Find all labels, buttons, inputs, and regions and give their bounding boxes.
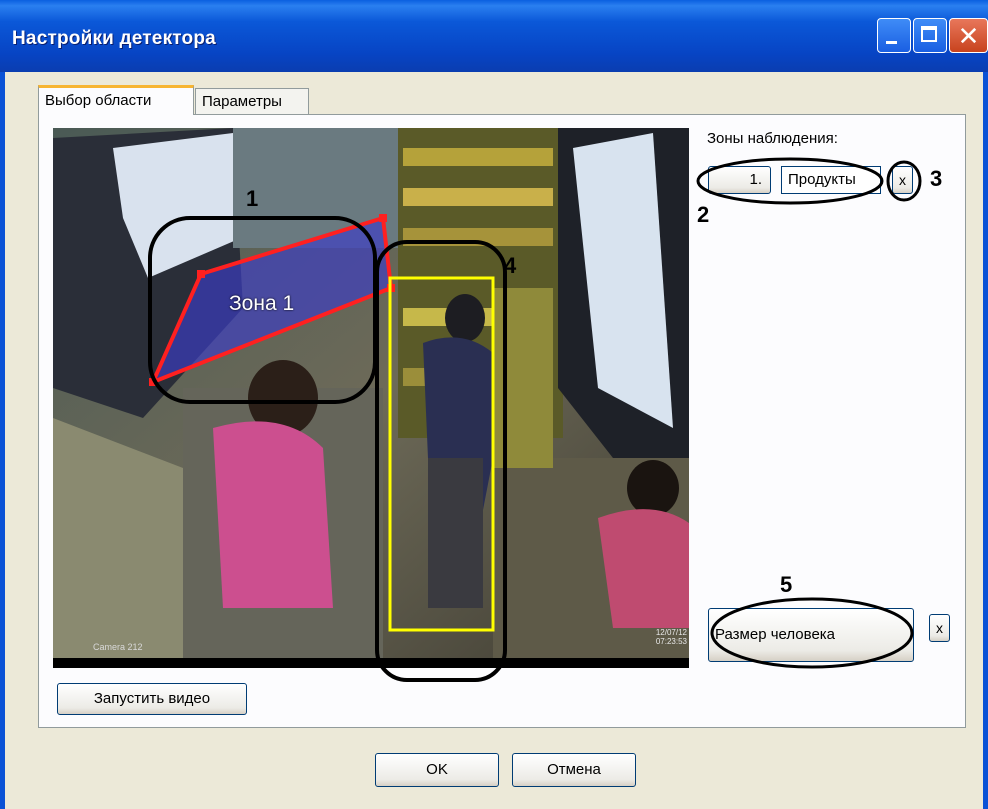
detector-settings-window: Настройки детектора ✕ Выбор области Пара…	[0, 0, 988, 809]
person-size-button[interactable]: Размер человека	[708, 608, 914, 662]
start-video-button[interactable]: Запустить видео	[57, 683, 247, 715]
window-border-left	[0, 72, 5, 809]
camera-label: Camera 212	[93, 642, 143, 652]
zone-number-button[interactable]: 1.	[708, 166, 771, 194]
cancel-button[interactable]: Отмена	[512, 753, 636, 787]
maximize-button[interactable]	[913, 18, 947, 53]
tab-parameters[interactable]: Параметры	[195, 88, 309, 115]
ok-button[interactable]: OK	[375, 753, 499, 787]
callout-5: 5	[780, 572, 793, 597]
callout-2: 2	[697, 202, 710, 227]
callout-3: 3	[930, 166, 943, 191]
video-frame-image	[53, 128, 689, 668]
title-bar[interactable]: Настройки детектора ✕	[0, 0, 988, 72]
zone-label: Зона 1	[229, 292, 295, 315]
close-button[interactable]: ✕	[949, 18, 988, 53]
minimize-icon	[886, 41, 897, 44]
person-size-delete-button[interactable]: x	[929, 614, 950, 642]
tab-area-selection[interactable]: Выбор области	[38, 85, 194, 115]
callout-4: 4	[504, 253, 517, 278]
video-preview[interactable]: Зона 1 12/07/12 07:23:53 Camera 212	[53, 128, 689, 668]
video-timestamp: 12/07/12 07:23:53	[655, 628, 687, 646]
minimize-button[interactable]	[877, 18, 911, 53]
window-title: Настройки детектора	[12, 28, 216, 49]
callout-1: 1	[246, 186, 259, 211]
close-icon: ✕	[957, 21, 980, 51]
maximize-icon	[921, 26, 937, 42]
observation-zones-label: Зоны наблюдения:	[707, 130, 838, 147]
window-border-right	[983, 72, 988, 809]
zone-name-button[interactable]: Продукты	[781, 166, 881, 194]
zone-delete-button[interactable]: x	[892, 166, 913, 194]
